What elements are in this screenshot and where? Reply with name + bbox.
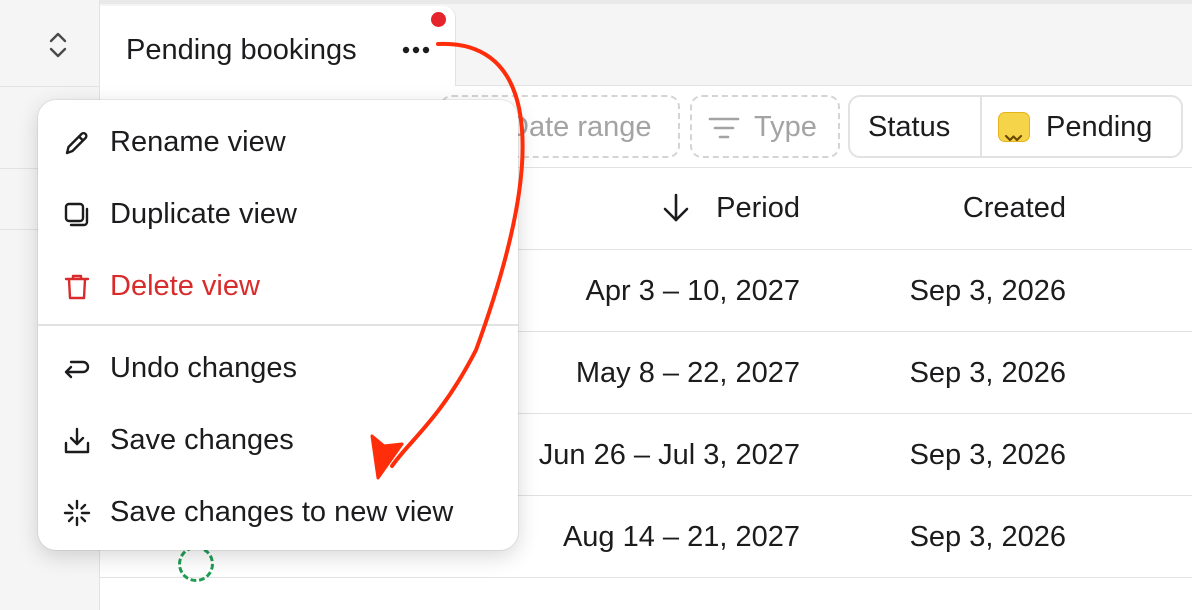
filter-icon [708, 117, 740, 139]
created-cell: Sep 3, 2026 [909, 439, 1066, 471]
sparkle-icon [63, 499, 91, 527]
created-cell: Sep 3, 2026 [909, 275, 1066, 307]
tab-title: Pending bookings [126, 34, 357, 66]
status-filter-label: Status [868, 111, 951, 143]
view-tab-bar: Pending bookings [100, 0, 1192, 90]
download-icon [64, 427, 90, 454]
menu-item-duplicate-view[interactable]: Duplicate view [38, 176, 518, 248]
created-cell: Sep 3, 2026 [909, 521, 1066, 553]
chevron-up-down-icon[interactable] [46, 30, 70, 60]
status-filter-value: Pending [1046, 111, 1153, 143]
period-cell: May 8 – 22, 2027 [575, 357, 800, 389]
period-cell: Aug 14 – 21, 2027 [562, 521, 800, 553]
created-cell: Sep 3, 2026 [909, 357, 1066, 389]
view-options-menu: Rename view Duplicate view Delete view U… [38, 100, 518, 550]
column-header-created[interactable]: Created [963, 188, 1066, 228]
undo-icon [64, 360, 90, 379]
status-ring-icon [178, 546, 214, 582]
menu-divider [38, 324, 518, 326]
menu-item-undo-changes[interactable]: Undo changes [38, 330, 518, 402]
pending-icon [998, 112, 1030, 142]
menu-item-label: Save changes to new view [110, 496, 454, 528]
period-cell: Apr 3 – 10, 2027 [585, 275, 800, 307]
column-header-period[interactable]: Period [716, 188, 800, 228]
menu-item-save-changes-to-new-view[interactable]: Save changes to new view [38, 474, 518, 546]
more-options-icon[interactable] [400, 36, 432, 64]
menu-item-label: Duplicate view [110, 198, 297, 230]
menu-item-label: Save changes [110, 424, 294, 456]
date-range-label: Date range [508, 111, 652, 143]
unsaved-changes-dot [431, 12, 446, 27]
status-filter[interactable]: Status Pending [848, 95, 1183, 158]
divider [980, 97, 982, 156]
menu-item-save-changes[interactable]: Save changes [38, 402, 518, 474]
menu-item-delete-view[interactable]: Delete view [38, 248, 518, 320]
trash-icon [64, 274, 90, 300]
menu-item-label: Rename view [110, 126, 286, 158]
pencil-icon [65, 131, 88, 155]
menu-item-label: Delete view [110, 270, 260, 302]
tab-pending-bookings[interactable]: Pending bookings [100, 6, 456, 90]
menu-item-label: Undo changes [110, 352, 298, 384]
type-filter-label: Type [754, 111, 817, 143]
period-cell: Jun 26 – Jul 3, 2027 [538, 439, 800, 471]
arrow-down-icon [663, 193, 689, 222]
menu-item-rename-view[interactable]: Rename view [38, 104, 518, 176]
duplicate-icon [64, 202, 89, 227]
type-filter[interactable]: Type [690, 95, 840, 158]
